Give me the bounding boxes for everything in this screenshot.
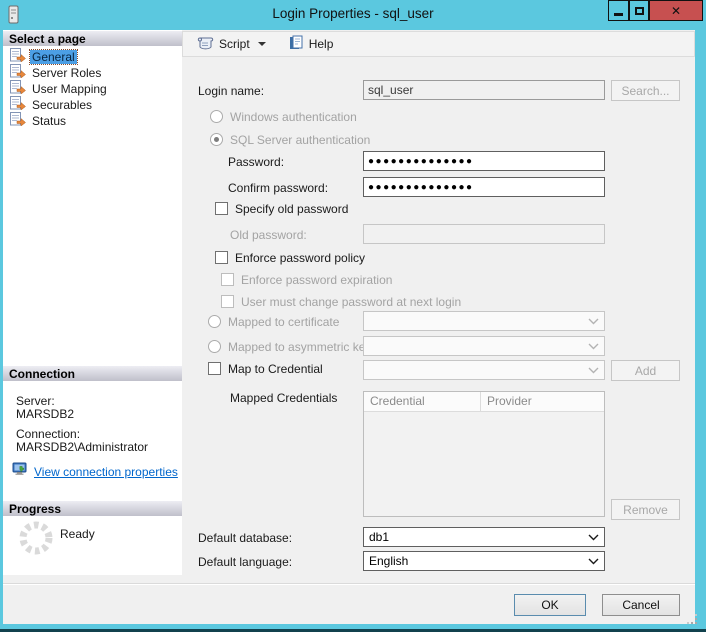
resize-grip[interactable] <box>686 612 698 630</box>
sidebar: Select a page General Server Roles User … <box>3 30 182 575</box>
chevron-down-icon <box>588 530 599 544</box>
chevron-down-icon <box>588 554 599 568</box>
table-header-row: Credential Provider <box>364 392 604 412</box>
select-page-header: Select a page <box>3 30 182 46</box>
close-icon: ✕ <box>671 4 681 18</box>
script-button[interactable]: Script <box>191 33 270 56</box>
sidebar-item-label: Securables <box>30 98 94 112</box>
column-header-provider[interactable]: Provider <box>481 392 604 411</box>
connection-value: MARSDB2\Administrator <box>16 440 148 454</box>
default-database-value: db1 <box>369 530 389 544</box>
sql-auth-radio[interactable] <box>210 133 223 146</box>
connection-label: Connection: <box>16 427 80 441</box>
maximize-button[interactable] <box>629 0 649 21</box>
map-to-credential-label: Map to Credential <box>228 362 323 376</box>
password-input[interactable]: ●●●●●●●●●●●●●● <box>363 151 605 171</box>
maximize-icon <box>635 7 644 15</box>
windows-auth-label: Windows authentication <box>230 110 357 124</box>
default-language-label: Default language: <box>198 555 292 569</box>
mapped-asym-key-radio[interactable] <box>208 340 221 353</box>
title-bar: Login Properties - sql_user ✕ <box>0 0 706 30</box>
mapped-certificate-label: Mapped to certificate <box>228 315 339 329</box>
connection-properties-icon <box>12 462 29 482</box>
map-to-credential-select[interactable] <box>363 360 605 380</box>
sidebar-item-status[interactable]: Status <box>10 113 68 129</box>
map-to-credential-checkbox[interactable] <box>208 362 221 375</box>
progress-spinner-icon <box>17 519 55 562</box>
dialog-toolbar: Script Help <box>182 31 695 57</box>
confirm-password-input[interactable]: ●●●●●●●●●●●●●● <box>363 177 605 197</box>
enforce-policy-label: Enforce password policy <box>235 251 365 265</box>
search-button[interactable]: Search... <box>611 80 680 101</box>
server-value: MARSDB2 <box>16 407 74 421</box>
chevron-down-icon <box>588 314 599 328</box>
enforce-policy-checkbox[interactable] <box>215 251 228 264</box>
page-icon <box>10 112 26 131</box>
mapped-asym-key-label: Mapped to asymmetric key <box>228 340 371 354</box>
script-button-label: Script <box>219 37 250 51</box>
add-button[interactable]: Add <box>611 360 680 381</box>
remove-button[interactable]: Remove <box>611 499 680 520</box>
chevron-down-icon <box>588 363 599 377</box>
progress-status: Ready <box>60 527 95 541</box>
specify-old-password-label: Specify old password <box>235 202 348 216</box>
sidebar-item-label: Server Roles <box>30 66 103 80</box>
old-password-label: Old password: <box>230 228 307 242</box>
minimize-button[interactable] <box>608 0 629 21</box>
mapped-certificate-select[interactable] <box>363 311 605 331</box>
password-label: Password: <box>228 155 284 169</box>
windows-auth-radio[interactable] <box>210 110 223 123</box>
default-database-label: Default database: <box>198 531 292 545</box>
old-password-input[interactable] <box>363 224 605 244</box>
sql-auth-label: SQL Server authentication <box>230 133 370 147</box>
mapped-certificate-radio[interactable] <box>208 315 221 328</box>
mapped-asym-key-select[interactable] <box>363 336 605 356</box>
login-name-input[interactable]: sql_user <box>363 80 605 100</box>
login-name-label: Login name: <box>198 84 264 98</box>
progress-header: Progress <box>3 500 182 516</box>
cancel-button[interactable]: Cancel <box>602 594 680 616</box>
login-properties-window: Login Properties - sql_user ✕ Select a p… <box>0 0 706 632</box>
server-label: Server: <box>16 394 55 408</box>
specify-old-password-checkbox[interactable] <box>215 202 228 215</box>
minimize-icon <box>614 13 623 16</box>
close-button[interactable]: ✕ <box>649 0 703 21</box>
window-border-right <box>695 30 706 632</box>
script-dropdown-icon <box>258 42 266 46</box>
enforce-expiration-checkbox[interactable] <box>221 273 234 286</box>
sidebar-item-label: General <box>30 50 77 64</box>
view-connection-properties[interactable]: View connection properties <box>12 462 178 482</box>
column-header-credential[interactable]: Credential <box>364 392 481 411</box>
must-change-password-label: User must change password at next login <box>241 295 461 309</box>
enforce-expiration-label: Enforce password expiration <box>241 273 392 287</box>
default-database-select[interactable]: db1 <box>363 527 605 547</box>
window-title: Login Properties - sql_user <box>0 6 706 21</box>
default-language-select[interactable]: English <box>363 551 605 571</box>
chevron-down-icon <box>588 339 599 353</box>
help-button-label: Help <box>309 37 334 51</box>
mapped-credentials-table[interactable]: Credential Provider <box>363 391 605 517</box>
help-icon <box>288 35 305 54</box>
help-button[interactable]: Help <box>284 33 338 56</box>
ok-button[interactable]: OK <box>514 594 586 616</box>
connection-header: Connection <box>3 365 182 381</box>
default-language-value: English <box>369 554 408 568</box>
view-connection-properties-label: View connection properties <box>34 465 178 479</box>
footer-divider <box>3 583 695 585</box>
script-icon <box>195 35 215 54</box>
sidebar-item-label: Status <box>30 114 68 128</box>
confirm-password-label: Confirm password: <box>228 181 328 195</box>
must-change-password-checkbox[interactable] <box>221 295 234 308</box>
mapped-credentials-label: Mapped Credentials <box>230 391 337 405</box>
sidebar-item-label: User Mapping <box>30 82 109 96</box>
